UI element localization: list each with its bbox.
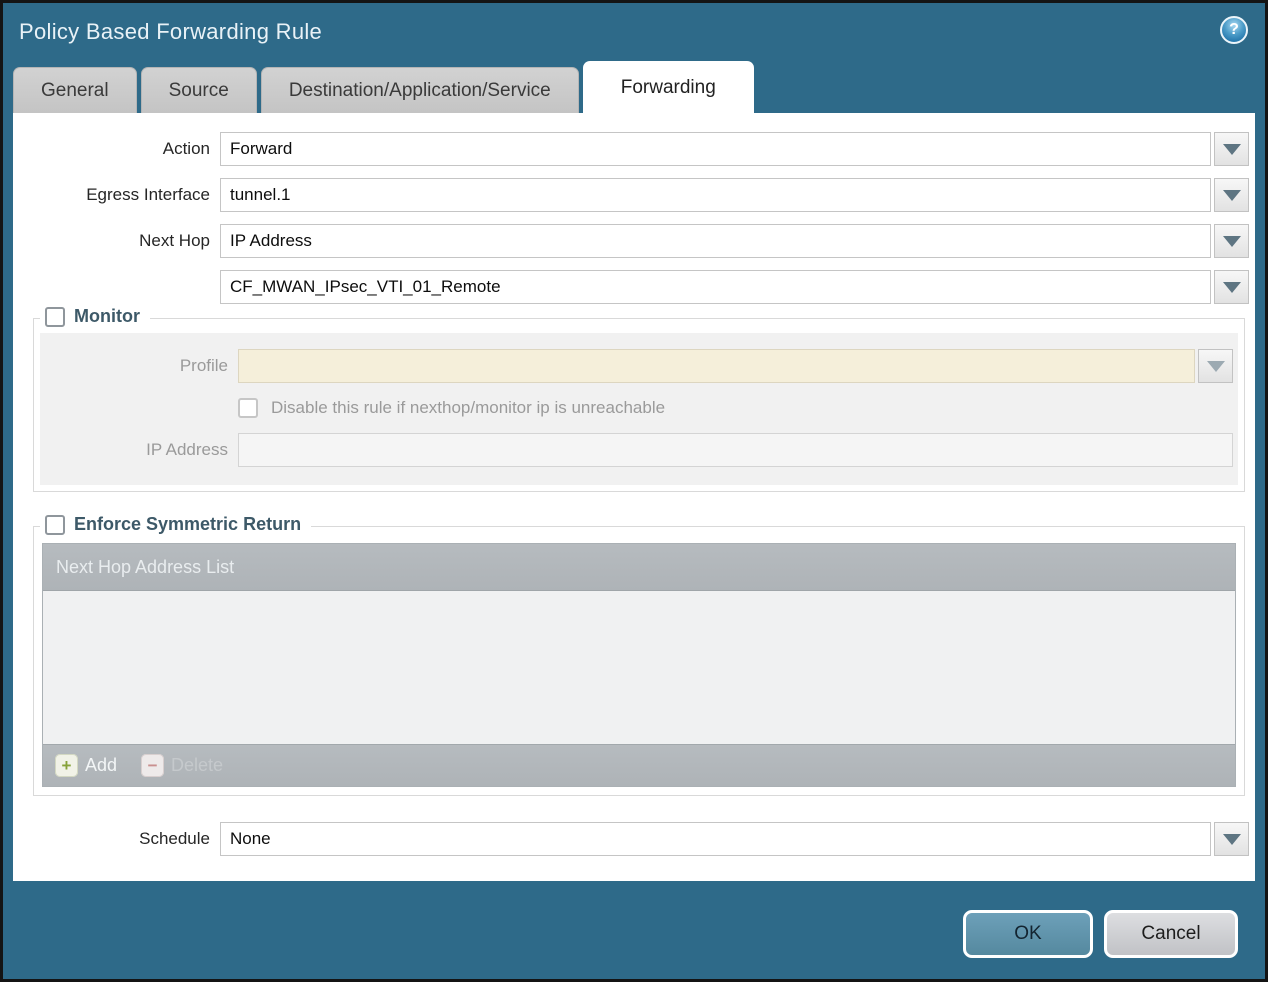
chevron-down-icon bbox=[1222, 143, 1241, 155]
schedule-label: Schedule bbox=[139, 829, 210, 848]
next-hop-type-input[interactable] bbox=[220, 224, 1211, 258]
help-icon[interactable]: ? bbox=[1220, 16, 1248, 44]
tab-panel-forwarding: Action Egress Interface Next Hop bbox=[13, 113, 1255, 881]
tab-source[interactable]: Source bbox=[140, 67, 257, 113]
next-hop-address-list-header: Next Hop Address List bbox=[43, 544, 1235, 591]
add-icon: + bbox=[55, 754, 78, 777]
next-hop-address-list-toolbar: + Add − Delete bbox=[43, 744, 1235, 786]
schedule-row: Schedule bbox=[13, 822, 1255, 856]
next-hop-address-dropdown-button[interactable] bbox=[1214, 270, 1249, 304]
profile-input[interactable] bbox=[238, 349, 1195, 383]
profile-label: Profile bbox=[179, 356, 228, 375]
dialog-title: Policy Based Forwarding Rule bbox=[19, 18, 323, 44]
delete-icon: − bbox=[141, 754, 165, 777]
chevron-down-icon bbox=[1222, 189, 1241, 201]
disable-rule-row: Disable this rule if nexthop/monitor ip … bbox=[238, 397, 1238, 419]
action-label: Action bbox=[162, 139, 210, 158]
egress-interface-dropdown-button[interactable] bbox=[1214, 178, 1249, 212]
dialog: Policy Based Forwarding Rule ? General S… bbox=[0, 0, 1268, 982]
add-button[interactable]: + Add bbox=[55, 754, 117, 777]
add-button-label: Add bbox=[85, 755, 118, 775]
next-hop-address-list-table: Next Hop Address List + Add − Delete bbox=[42, 543, 1236, 787]
schedule-dropdown-button[interactable] bbox=[1214, 822, 1249, 856]
monitor-legend-label: Monitor bbox=[74, 306, 140, 326]
monitor-ip-input[interactable] bbox=[238, 433, 1233, 467]
action-dropdown-button[interactable] bbox=[1214, 132, 1249, 166]
monitor-ip-label: IP Address bbox=[146, 440, 228, 459]
monitor-fieldset: Monitor Profile Disable this rule if nex… bbox=[33, 306, 1245, 492]
next-hop-label: Next Hop bbox=[139, 231, 210, 250]
tab-destination-application-service[interactable]: Destination/Application/Service bbox=[260, 67, 579, 113]
ok-button[interactable]: OK bbox=[963, 910, 1093, 958]
profile-dropdown-button[interactable] bbox=[1198, 349, 1233, 383]
tab-bar: General Source Destination/Application/S… bbox=[3, 60, 1265, 113]
chevron-down-icon bbox=[1222, 281, 1241, 293]
next-hop-row: Next Hop bbox=[13, 224, 1255, 258]
tab-general[interactable]: General bbox=[13, 67, 137, 113]
action-row: Action bbox=[13, 132, 1255, 166]
monitor-body: Profile Disable this rule if nexthop/mon… bbox=[40, 333, 1238, 485]
next-hop-address-row bbox=[13, 270, 1255, 304]
chevron-down-icon bbox=[1222, 833, 1241, 845]
monitor-legend: Monitor bbox=[40, 306, 150, 327]
disable-rule-label: Disable this rule if nexthop/monitor ip … bbox=[271, 398, 666, 417]
enforce-symmetric-return-legend: Enforce Symmetric Return bbox=[40, 514, 312, 535]
next-hop-address-list-body bbox=[43, 591, 1235, 744]
next-hop-address-input[interactable] bbox=[220, 270, 1211, 304]
egress-interface-input[interactable] bbox=[220, 178, 1211, 212]
delete-button[interactable]: − Delete bbox=[141, 754, 223, 777]
chevron-down-icon bbox=[1206, 360, 1225, 372]
schedule-input[interactable] bbox=[220, 822, 1211, 856]
enforce-symmetric-return-checkbox[interactable] bbox=[45, 514, 65, 535]
delete-button-label: Delete bbox=[171, 755, 224, 775]
chevron-down-icon bbox=[1222, 235, 1241, 247]
cancel-button[interactable]: Cancel bbox=[1104, 910, 1238, 958]
egress-interface-label: Egress Interface bbox=[86, 185, 210, 204]
next-hop-dropdown-button[interactable] bbox=[1214, 224, 1249, 258]
monitor-ip-row: IP Address bbox=[40, 433, 1238, 467]
dialog-titlebar: Policy Based Forwarding Rule bbox=[3, 3, 1265, 60]
enforce-symmetric-return-fieldset: Enforce Symmetric Return Next Hop Addres… bbox=[33, 514, 1245, 796]
egress-interface-row: Egress Interface bbox=[13, 178, 1255, 212]
action-input[interactable] bbox=[220, 132, 1211, 166]
tab-forwarding[interactable]: Forwarding bbox=[582, 61, 754, 113]
enforce-symmetric-return-label: Enforce Symmetric Return bbox=[74, 514, 302, 534]
profile-row: Profile bbox=[40, 349, 1238, 383]
monitor-checkbox[interactable] bbox=[45, 306, 65, 327]
disable-rule-checkbox[interactable] bbox=[238, 398, 258, 418]
